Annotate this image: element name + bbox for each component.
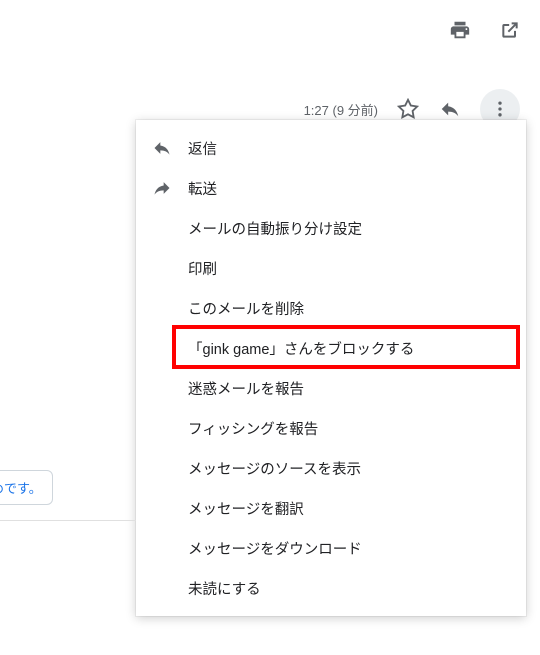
menu-translate[interactable]: メッセージを翻訳 xyxy=(136,488,526,528)
menu-filter[interactable]: メールの自動振り分け設定 xyxy=(136,208,526,248)
open-new-window-button[interactable] xyxy=(498,18,522,42)
menu-label: 迷惑メールを報告 xyxy=(188,378,508,399)
timestamp-text: 1:27 (9 分前) xyxy=(304,100,378,119)
menu-label: メールの自動振り分け設定 xyxy=(188,218,508,239)
top-action-bar xyxy=(448,18,522,42)
star-button[interactable] xyxy=(396,97,420,121)
menu-label: 印刷 xyxy=(188,258,508,279)
reply-arrow-icon xyxy=(439,98,461,120)
menu-forward[interactable]: 転送 xyxy=(136,168,526,208)
menu-label: メッセージのソースを表示 xyxy=(188,458,508,479)
menu-block-sender[interactable]: 「gink game」さんをブロックする xyxy=(136,328,526,368)
menu-label: 転送 xyxy=(188,178,508,199)
menu-label: 返信 xyxy=(188,138,508,159)
print-icon-button[interactable] xyxy=(448,18,472,42)
menu-report-spam[interactable]: 迷惑メールを報告 xyxy=(136,368,526,408)
menu-mark-unread[interactable]: 未読にする xyxy=(136,568,526,608)
menu-label: 未読にする xyxy=(188,578,508,599)
reply-icon-button[interactable] xyxy=(438,97,462,121)
partial-chip-text: めです。 xyxy=(0,481,42,496)
menu-label: フィッシングを報告 xyxy=(188,418,508,439)
menu-download[interactable]: メッセージをダウンロード xyxy=(136,528,526,568)
more-vert-icon xyxy=(490,99,510,119)
forward-icon xyxy=(152,178,188,198)
divider xyxy=(0,520,136,521)
partial-chip: めです。 xyxy=(0,470,53,505)
menu-label: 「gink game」さんをブロックする xyxy=(188,338,508,359)
menu-label: このメールを削除 xyxy=(188,298,508,319)
more-options-menu: 返信 転送 メールの自動振り分け設定 印刷 このメールを削除 「gink gam… xyxy=(136,120,526,616)
menu-print[interactable]: 印刷 xyxy=(136,248,526,288)
star-outline-icon xyxy=(397,98,419,120)
reply-icon xyxy=(152,138,188,158)
menu-delete[interactable]: このメールを削除 xyxy=(136,288,526,328)
open-external-icon xyxy=(500,20,520,40)
menu-show-original[interactable]: メッセージのソースを表示 xyxy=(136,448,526,488)
menu-label: メッセージをダウンロード xyxy=(188,538,508,559)
printer-icon xyxy=(449,19,471,41)
menu-reply[interactable]: 返信 xyxy=(136,128,526,168)
menu-report-phishing[interactable]: フィッシングを報告 xyxy=(136,408,526,448)
menu-label: メッセージを翻訳 xyxy=(188,498,508,519)
